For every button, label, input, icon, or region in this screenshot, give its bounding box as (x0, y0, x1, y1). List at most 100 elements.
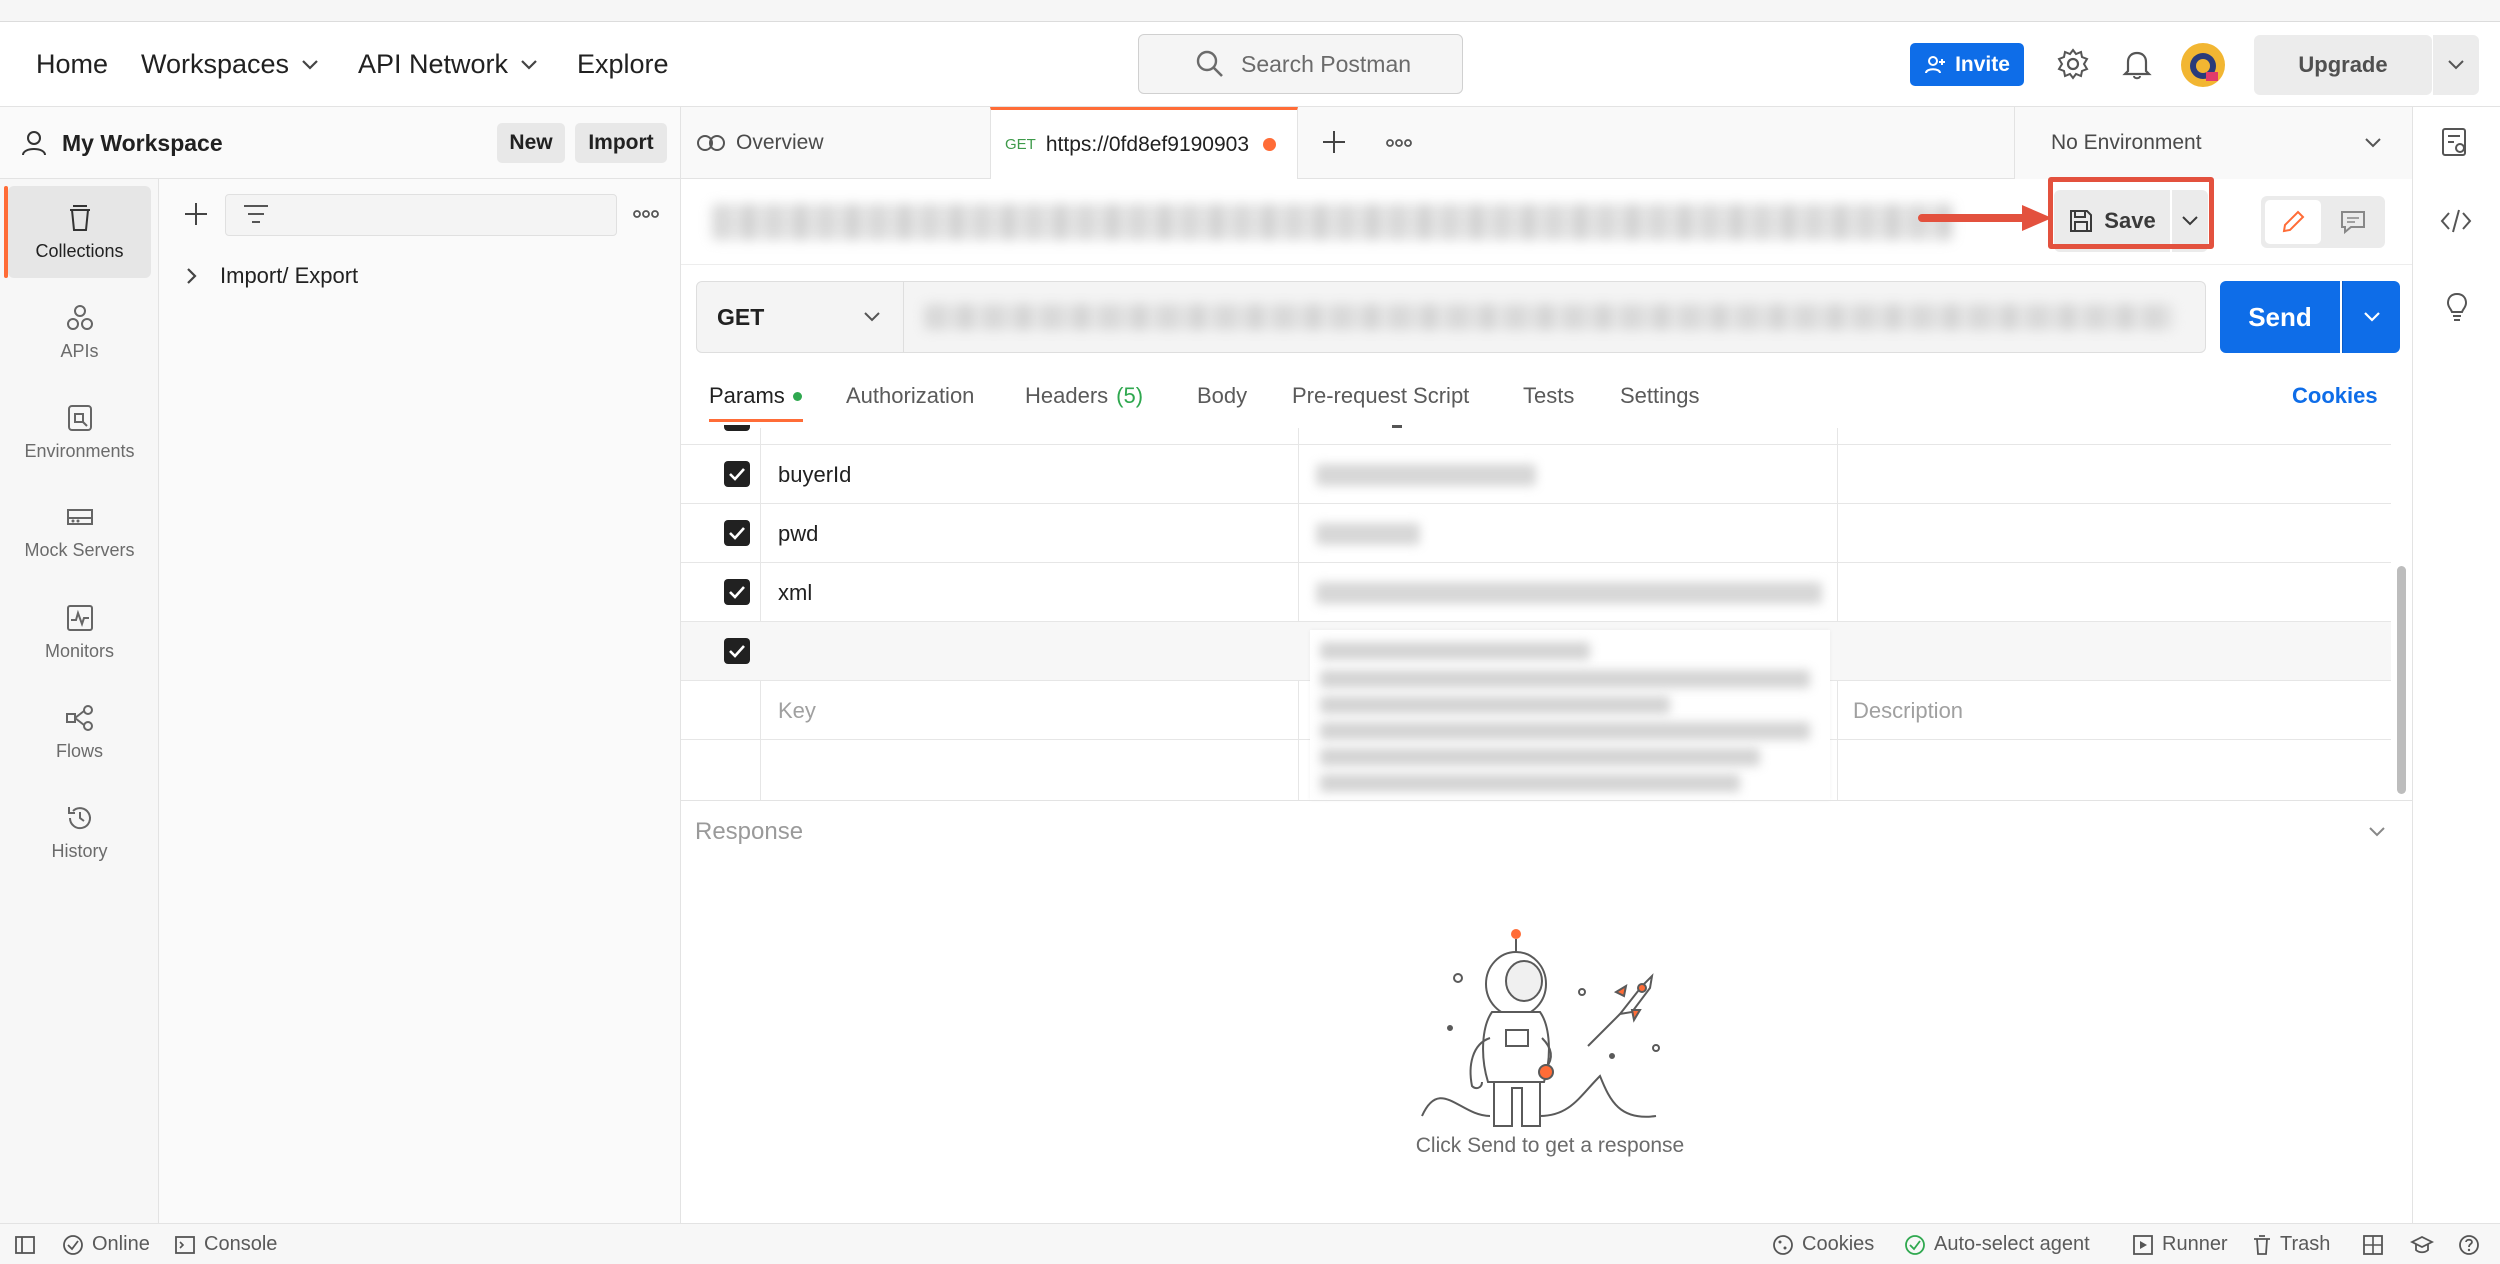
code-button[interactable] (2440, 208, 2472, 234)
filter-button[interactable] (242, 203, 270, 227)
mock-server-icon (66, 508, 93, 525)
params-scrollbar[interactable] (2397, 566, 2406, 794)
cookie-icon (1773, 1234, 1793, 1255)
rail-item-flows[interactable]: Flows (8, 686, 151, 778)
popup-text-redacted (1320, 774, 1740, 792)
add-collection-button[interactable] (182, 200, 210, 228)
gear-icon (2057, 48, 2089, 80)
param-key[interactable]: xml (778, 563, 812, 622)
runner-button[interactable]: Runner (2132, 1224, 2228, 1264)
workspace-title[interactable]: My Workspace (20, 107, 223, 179)
filter-input[interactable] (225, 194, 617, 236)
new-button[interactable]: New (497, 123, 565, 163)
value-partial (1392, 425, 1402, 428)
chevron-right-icon (187, 268, 197, 284)
method-label: GET (717, 303, 765, 330)
learning-center-button[interactable] (2410, 1224, 2434, 1264)
tab-request[interactable]: GET https://0fd8ef9190903 (990, 107, 1298, 179)
send-options-button[interactable] (2342, 281, 2400, 353)
console-button[interactable]: Console (174, 1224, 277, 1264)
rail-item-history[interactable]: History (8, 786, 151, 878)
popup-text-redacted (1320, 696, 1670, 714)
notifications-button[interactable] (2122, 48, 2152, 80)
trash-icon (2254, 1234, 2270, 1255)
check-circle-icon (1905, 1234, 1925, 1255)
param-value-redacted[interactable] (1316, 464, 1536, 486)
request-name-redacted[interactable] (712, 204, 1952, 240)
invite-button[interactable]: Invite (1910, 43, 2024, 86)
nav-home[interactable]: Home (36, 22, 108, 107)
rail-item-label: Monitors (44, 640, 115, 661)
footer-cookies-label: Cookies (1802, 1233, 1875, 1255)
chevron-down-icon (2448, 60, 2464, 70)
new-label: New (509, 131, 553, 154)
chevron-down-icon (302, 59, 318, 70)
param-checkbox[interactable] (724, 520, 750, 546)
astronaut-illustration-icon (1421, 929, 1660, 1127)
new-tab-button[interactable] (1320, 128, 1348, 156)
cookies-button[interactable]: Cookies (1772, 1224, 1874, 1264)
runner-label: Runner (2162, 1233, 2228, 1255)
param-value-redacted[interactable] (1316, 582, 1822, 604)
avatar-icon (2181, 43, 2225, 87)
help-button[interactable] (2458, 1224, 2480, 1264)
rail-item-mock-servers[interactable]: Mock Servers (8, 486, 151, 578)
app-header: Home Workspaces API Network Explore Sear… (0, 22, 2500, 107)
check-icon (729, 527, 745, 540)
comment-mode-button[interactable] (2325, 200, 2381, 244)
collections-panel (159, 179, 681, 1223)
info-button[interactable] (2442, 290, 2472, 324)
param-checkbox[interactable] (724, 579, 750, 605)
environment-quicklook-button[interactable] (2440, 126, 2470, 158)
table-row[interactable] (681, 504, 2391, 563)
trash-label: Trash (2280, 1233, 2331, 1255)
table-row[interactable] (681, 445, 2391, 504)
unsaved-dot (1263, 138, 1277, 151)
search-input[interactable]: Search Postman (1138, 34, 1463, 94)
upgrade-button[interactable]: Upgrade (2254, 35, 2432, 95)
layout-button[interactable] (2362, 1224, 2384, 1264)
param-checkbox[interactable] (724, 638, 750, 664)
trash-can-icon (69, 204, 90, 231)
response-header[interactable]: Response (681, 800, 2412, 862)
trash-button[interactable]: Trash (2252, 1224, 2330, 1264)
settings-button[interactable] (2056, 47, 2090, 81)
chevron-down-icon (521, 59, 537, 70)
plus-icon (185, 203, 207, 225)
nav-explore[interactable]: Explore (577, 22, 669, 107)
key-placeholder[interactable]: Key (778, 681, 816, 740)
tab-options-button[interactable] (1386, 138, 1412, 148)
online-status[interactable]: Online (62, 1224, 150, 1264)
nav-api-network-label: API Network (358, 49, 509, 79)
send-button[interactable]: Send (2220, 281, 2340, 353)
param-checkbox[interactable] (724, 461, 750, 487)
nav-api-network[interactable]: API Network (358, 22, 538, 107)
param-key[interactable]: buyerId (778, 445, 851, 504)
rail-item-environments[interactable]: Environments (8, 386, 151, 478)
agent-select[interactable]: Auto-select agent (1904, 1224, 2090, 1264)
environment-select[interactable]: No Environment (2014, 107, 2412, 179)
rail-item-monitors[interactable]: Monitors (8, 586, 151, 678)
collection-item-label: Import/ Export (220, 263, 359, 288)
graduation-cap-icon (2410, 1235, 2434, 1253)
environments-icon (67, 404, 92, 431)
description-placeholder[interactable]: Description (1853, 681, 1963, 740)
rail-item-collections[interactable]: Collections (8, 186, 151, 278)
param-key[interactable]: pwd (778, 504, 818, 563)
rail-item-apis[interactable]: APIs (8, 286, 151, 378)
collection-item[interactable]: Import/ Export (186, 258, 358, 294)
more-options-button[interactable] (633, 209, 659, 219)
import-button[interactable]: Import (575, 123, 667, 163)
tab-overview[interactable]: Overview (696, 107, 986, 179)
edit-mode-button[interactable] (2265, 200, 2321, 244)
toggle-sidebar-button[interactable] (14, 1224, 36, 1264)
nav-workspaces[interactable]: Workspaces (141, 22, 319, 107)
upgrade-menu-button[interactable] (2433, 35, 2479, 95)
popup-text-redacted (1320, 670, 1810, 688)
avatar[interactable] (2180, 42, 2226, 88)
param-value-redacted[interactable] (1316, 523, 1420, 545)
rail-item-label: APIs (60, 340, 99, 361)
upgrade-label: Upgrade (2298, 52, 2388, 77)
check-circle-icon (63, 1234, 83, 1255)
method-select[interactable]: GET (696, 281, 904, 353)
